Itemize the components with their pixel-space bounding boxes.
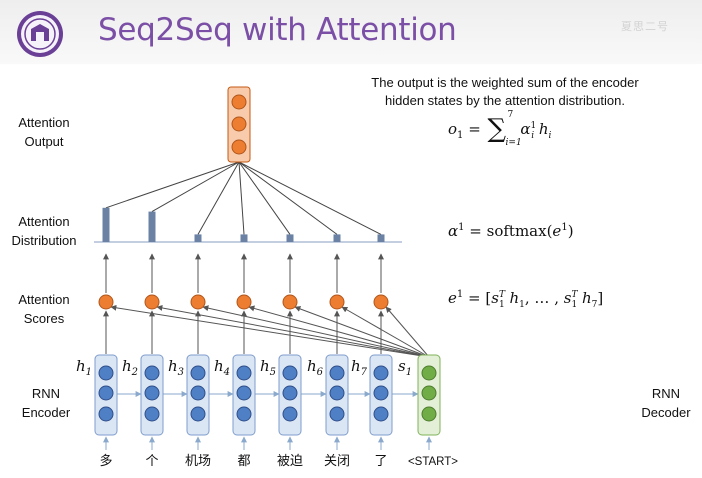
attention-score-node <box>190 294 206 310</box>
decoder-state-label: s1 <box>398 357 412 378</box>
hidden-state-label: h5 <box>260 357 276 378</box>
hidden-state-label: h3 <box>168 357 184 378</box>
encoder-node <box>98 385 114 401</box>
hidden-state-subscript: 7 <box>361 367 368 378</box>
encoder-node <box>329 406 345 422</box>
attention-bar <box>286 234 294 242</box>
decoder-node <box>421 385 437 401</box>
encoder-node <box>190 365 206 381</box>
hidden-state-subscript: 5 <box>270 367 276 378</box>
encoder-node <box>329 365 345 381</box>
encoder-input-word: 了 <box>374 454 387 469</box>
encoder-node <box>373 365 389 381</box>
encoder-input-word: 被迫 <box>277 454 303 469</box>
encoder-node <box>282 385 298 401</box>
attention-bar <box>148 211 156 242</box>
attention-bar <box>102 207 110 242</box>
weighted-sum-line <box>238 161 291 235</box>
encoder-node <box>236 406 252 422</box>
encoder-node <box>236 385 252 401</box>
hidden-state-subscript: 3 <box>178 367 184 378</box>
encoder-input-word: 都 <box>237 454 250 469</box>
encoder-input-word: 多 <box>99 453 112 469</box>
attention-score-node <box>282 294 298 310</box>
hidden-state-label: h1 <box>76 357 92 378</box>
encoder-node <box>98 365 114 381</box>
weighted-sum-line <box>238 161 338 235</box>
hidden-state-subscript: 2 <box>131 367 138 378</box>
attention-bar <box>333 234 341 242</box>
encoder-node <box>144 385 160 401</box>
encoder-node <box>144 365 160 381</box>
encoder-node <box>144 406 160 422</box>
encoder-node <box>190 385 206 401</box>
hidden-state-label: h7 <box>351 357 368 378</box>
weighted-sum-line <box>238 161 382 235</box>
output-node <box>231 116 247 132</box>
weighted-sum-line <box>197 161 240 235</box>
hidden-state-label: h4 <box>214 357 230 378</box>
output-node <box>231 139 247 155</box>
encoder-node <box>329 385 345 401</box>
seq2seq-attention-diagram: h1 h2 h3 h4 h5 h6 h7 s1 多 个 机场 都 被迫 关闭 了 <START> <box>76 86 458 469</box>
encoder-input-word: 个 <box>145 454 158 469</box>
weighted-sum-line <box>105 161 240 209</box>
encoder-node <box>98 406 114 422</box>
attention-score-node <box>329 294 345 310</box>
attention-bar <box>240 234 248 242</box>
output-node <box>231 94 247 110</box>
decoder-state-subscript: 1 <box>406 367 412 378</box>
decoder-to-score-arrow <box>248 305 430 358</box>
hidden-state-subscript: 6 <box>317 367 324 378</box>
attention-bar <box>377 234 385 242</box>
hidden-state-subscript: 4 <box>223 367 230 378</box>
encoder-node <box>282 365 298 381</box>
attention-score-node <box>144 294 160 310</box>
hidden-state-label: h6 <box>307 357 324 378</box>
encoder-input-word: 机场 <box>185 454 211 469</box>
decoder-node <box>421 406 437 422</box>
encoder-node <box>236 365 252 381</box>
weighted-sum-line <box>238 161 245 235</box>
hidden-state-label: h2 <box>122 357 138 378</box>
decoder-node <box>421 365 437 381</box>
encoder-node <box>190 406 206 422</box>
hidden-state-subscript: 1 <box>86 367 92 378</box>
decoder-input-word: <START> <box>408 456 458 468</box>
encoder-node <box>373 385 389 401</box>
encoder-input-word: 关闭 <box>324 454 350 469</box>
attention-score-node <box>373 294 389 310</box>
encoder-node <box>282 406 298 422</box>
attention-bar <box>194 234 202 242</box>
attention-score-node <box>98 294 114 310</box>
weighted-sum-line <box>151 161 240 213</box>
attention-score-node <box>236 294 252 310</box>
encoder-node <box>373 406 389 422</box>
